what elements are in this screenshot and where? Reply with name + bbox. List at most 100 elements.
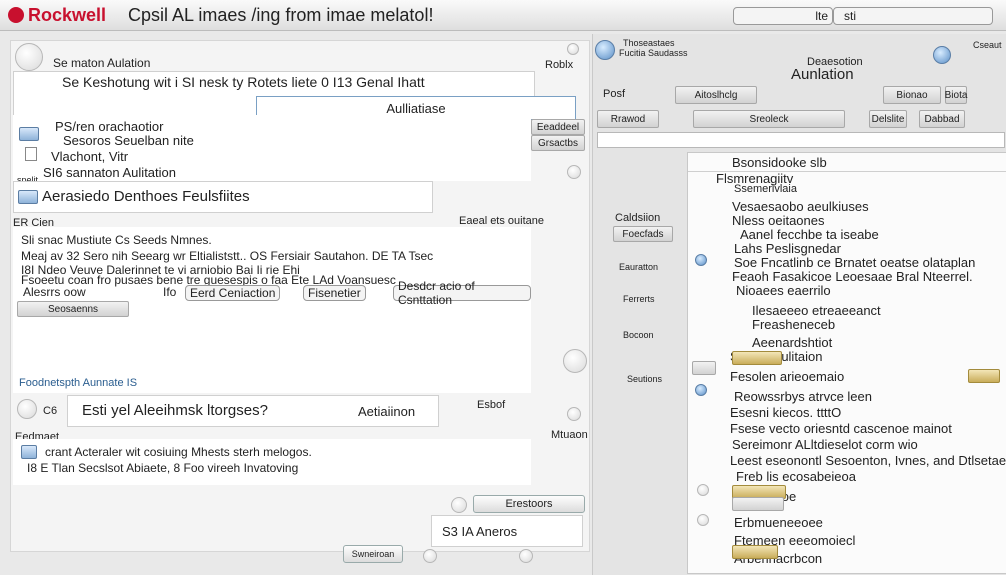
list-side-icon (697, 514, 709, 526)
section2-line-b: Meaj av 32 Sero nih Seearg wr Eltialists… (21, 249, 434, 263)
app-logo-text: Rockwell (28, 5, 107, 25)
side-label-2: Eauratton (619, 262, 659, 272)
list-row-button[interactable] (732, 497, 784, 511)
chip-1: Alesrrs oow (23, 285, 86, 299)
list-item: Nless oeitaones (732, 213, 825, 228)
left-header-right: Roblx (545, 59, 574, 71)
search-input[interactable] (597, 132, 1005, 148)
list-item: Leest eseonontl Sesoenton, Ivnes, and Dt… (730, 453, 1006, 468)
right-list: Bsonsidooke slb Flsmrenagiitv Ssemerivla… (687, 152, 1006, 574)
side-label-4: Bocoon (623, 330, 654, 340)
side-button-2-label: Grsactbs (537, 137, 578, 149)
list-item: Aanel fecchbe ta iseabe (740, 227, 879, 242)
list-row-button[interactable] (692, 361, 716, 375)
section3-title: Esti yel Aleeihmsk ltorgses? (82, 402, 268, 419)
chip-5-label: Desdcr acio of Csnttation (398, 279, 475, 307)
toolbar-btn-2[interactable]: Bionao (883, 86, 941, 104)
info-icon (19, 127, 39, 141)
right-panel: Thoseastaes Fucitia Saudasss Cseaut Deae… (592, 34, 1006, 575)
list-item: Lahs Peslisgnedar (734, 241, 841, 256)
chip-4[interactable]: Fisenetier (303, 285, 366, 301)
list-row-button[interactable] (968, 369, 1000, 383)
right-header-icon (595, 40, 615, 60)
rockwell-logo-icon (8, 7, 24, 23)
list-side-icon (697, 484, 709, 496)
chip-5[interactable]: Desdcr acio of Csnttation (393, 279, 531, 307)
side-action-label: Foecfads (622, 228, 664, 240)
list-item: Esesni kiecos. ttttO (730, 405, 842, 420)
list-side-icon (695, 384, 707, 396)
small-button[interactable]: Seosaenns (17, 301, 129, 317)
title-field-2-value: sti (844, 9, 856, 23)
section3-marker: C6 (43, 405, 58, 417)
toolbar-btn-1-label: Aitoslhclg (694, 89, 738, 101)
bullet-note: SI6 sannaton Aulitation (43, 165, 176, 180)
side-button-1-label: Eeaddeel (536, 121, 580, 133)
form-line: Se Keshotung wit i SI nesk ty Rotets lie… (62, 74, 425, 90)
title-field-2[interactable]: sti (833, 7, 993, 25)
title-field-1[interactable]: lte (733, 7, 833, 25)
toolbar2-btn-4-label: Dabbad (924, 113, 960, 125)
list-item: Ilesaeeeo etreaeeanct (752, 303, 881, 318)
window-title: Cpsil AL imaes /ing from imae melatol! (128, 5, 434, 25)
right-section-title: Aunlation (791, 66, 854, 83)
toolbar2-btn-4[interactable]: Dabbad (919, 110, 965, 128)
right-top-text-2: Fucitia Saudasss (619, 48, 688, 58)
chip-3[interactable]: Eerd Ceniaction (185, 285, 281, 301)
bullet-2: Sesoros Seuelban nite (63, 133, 194, 148)
section3-button[interactable]: Esbof (477, 399, 505, 411)
side-button-2[interactable]: Grsactbs (531, 135, 585, 151)
toolbar-btn-1[interactable]: Aitoslhclg (675, 86, 757, 104)
list-item: Erbmueneeoee (734, 515, 823, 530)
left-header-icon (15, 43, 43, 71)
bullet-block: PS/ren orachaotior Sesoros Seuelban nite… (13, 115, 531, 181)
list-item: Fsese vecto oriesntd cascenoe mainot (730, 421, 952, 436)
toolbar2-btn-2[interactable]: Sreoleck (693, 110, 845, 128)
section3-round-icon (17, 399, 37, 419)
bottom-button[interactable]: Erestoors (473, 495, 585, 513)
footer-round-icon-2[interactable] (519, 549, 533, 563)
side-round-icon[interactable] (567, 165, 581, 179)
right-top-text-3: Cseaut (973, 40, 1002, 50)
form-input-value: Aulliatiase (386, 100, 446, 116)
doc-icon (25, 147, 37, 161)
section2-round-icon[interactable] (563, 349, 587, 373)
footer-small-label: Swneiroan (351, 549, 395, 559)
bullet-1: PS/ren orachaotior (55, 119, 164, 134)
chip-2: Ifo (163, 285, 177, 299)
toolbar2-btn-1[interactable]: Rrawod (597, 110, 659, 128)
side-label-1: Caldsiion (615, 212, 661, 224)
side-label-3: Ferrerts (623, 294, 655, 304)
toolbar2-btn-3[interactable]: Delslite (869, 110, 907, 128)
toolbar-btn-3-label: Biota (944, 89, 968, 101)
list-item: Nioaees eaerrilo (736, 283, 831, 298)
list-item: Soe Fncatlinb ce Brnatet oeatse olatapla… (734, 255, 976, 270)
side-action-button[interactable]: Foecfads (613, 226, 673, 242)
section2-body: Sli snac Mustiute Cs Seeds Nmnes. Meaj a… (13, 227, 531, 393)
list-item: Freasheneceb (752, 317, 836, 332)
list-item: Fesolen arieoemaio (730, 369, 845, 384)
list-row-button[interactable] (732, 545, 778, 559)
right-header-icon-2 (933, 46, 951, 64)
toolbar-btn-3[interactable]: Biota (945, 86, 967, 104)
title-field-1-value: lte (815, 9, 828, 23)
toolbar2-btn-1-label: Rrawod (610, 113, 646, 125)
small-button-label: Seosaenns (47, 303, 99, 315)
chip-3-label: Eerd Ceniaction (190, 286, 276, 300)
side-button-1[interactable]: Eeaddeel (531, 119, 585, 135)
list-item: Freb lis ecosabeieoa (736, 469, 856, 484)
section2-title: Aerasiedo Denthoes Feulsfiites (42, 188, 250, 205)
section2-line-a: Sli snac Mustiute Cs Seeds Nmnes. (21, 233, 212, 247)
section3-round-icon-2[interactable] (567, 407, 581, 421)
footer-round-icon-1[interactable] (423, 549, 437, 563)
left-header-close-icon[interactable] (567, 43, 579, 55)
bottom-button-label: Erestoors (505, 498, 553, 510)
section2-icon (18, 190, 38, 204)
section2-right-label: Eaeal ets ouitane (459, 215, 545, 227)
list-row-button[interactable] (732, 351, 782, 365)
right-top-text-1: Thoseastaes (623, 38, 675, 48)
footer-link[interactable]: Foodnetspth Aunnate IS (19, 377, 137, 389)
bullet-3: Vlachont, Vitr (51, 149, 129, 164)
footer-small-button[interactable]: Swneiroan (343, 545, 403, 563)
title-bar: Rockwell Cpsil AL imaes /ing from imae m… (0, 0, 1006, 31)
